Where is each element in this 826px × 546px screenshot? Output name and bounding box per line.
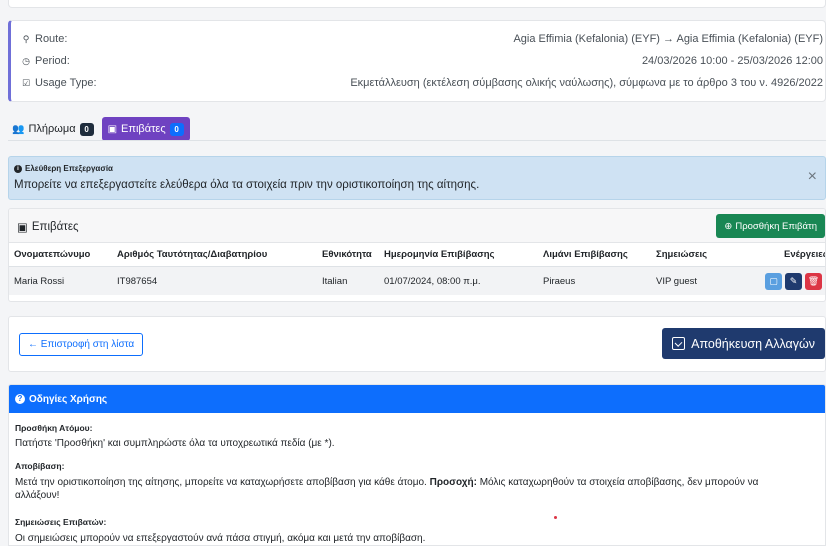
- usage-guide-card: ? Οδηγίες Χρήσης Προσθήκη Ατόμου: Πατήστ…: [8, 384, 826, 546]
- tab-divider: [8, 140, 826, 141]
- guide-section-title: Αποβίβαση:: [15, 461, 65, 471]
- passengers-count-badge: 0: [169, 122, 184, 136]
- guide-section-title: Σημειώσεις Επιβατών:: [15, 517, 107, 527]
- col-notes: Σημειώσεις: [656, 249, 708, 260]
- clock-icon: ◷: [22, 55, 30, 66]
- col-actions: Ενέργειες: [784, 249, 826, 260]
- col-date: Ημερομηνία Επιβίβασης: [384, 249, 495, 260]
- guide-section-title: Προσθήκη Ατόμου:: [15, 423, 93, 433]
- back-to-list-button[interactable]: ← Επιστροφή στη λίστα: [19, 333, 144, 356]
- cell-port: Piraeus: [543, 275, 576, 287]
- id-card-icon: ▣: [107, 123, 118, 135]
- form-actions-card: ← Επιστροφή στη λίστα Αποθήκευση Αλλαγών: [8, 316, 826, 372]
- save-changes-button[interactable]: Αποθήκευση Αλλαγών: [662, 328, 825, 359]
- cell-date: 01/07/2024, 08:00 π.μ.: [384, 275, 481, 287]
- trash-icon: 🗑: [807, 276, 820, 286]
- table-header: Ονοματεπώνυμο Αριθμός Ταυτότητας/Διαβατη…: [9, 243, 825, 267]
- top-card-edge: [8, 0, 826, 8]
- edit-button[interactable]: ✎: [785, 273, 802, 290]
- usage-value: Εκμετάλλευση (εκτέλεση σύμβασης ολικής ν…: [350, 77, 823, 89]
- col-nationality: Εθνικότητα: [322, 249, 372, 260]
- note-button[interactable]: ▢: [765, 273, 782, 290]
- col-port: Λιμάνι Επιβίβασης: [543, 249, 628, 260]
- col-name: Ονοματεπώνυμο: [14, 249, 91, 260]
- trip-info-card: ⚲ Route: Agia Effimia (Kefalonia) (EYF) →…: [8, 20, 826, 102]
- alert-title: Ελεύθερη Επεξεργασία: [25, 164, 113, 173]
- cursor-dot: [554, 516, 557, 519]
- usage-row: ☑ Usage Type: Εκμετάλλευση (εκτέλεση σύμβ…: [21, 75, 823, 91]
- plus-circle-icon: ⊕: [724, 220, 733, 232]
- alert-text: Μπορείτε να επεξεργαστείτε ελεύθερα όλα …: [14, 179, 480, 191]
- users-icon: 👥: [12, 123, 25, 135]
- id-card-icon: ▣: [17, 222, 28, 234]
- usage-label: Usage Type:: [35, 77, 97, 89]
- tab-bar: 👥 Πλήρωμα 0 ▣ Επιβάτες 0: [8, 117, 190, 141]
- table-row: Maria Rossi IT987654 Italian 01/07/2024,…: [9, 267, 825, 295]
- crew-count-badge: 0: [79, 122, 94, 136]
- passengers-header: ▣ Επιβάτες ⊕ Προσθήκη Επιβάτη: [9, 209, 825, 243]
- cell-id: IT987654: [117, 275, 158, 287]
- cell-notes: VIP guest: [656, 275, 698, 287]
- location-pin-icon: ⚲: [22, 33, 30, 44]
- passengers-title: Επιβάτες: [31, 221, 79, 233]
- col-id: Αριθμός Ταυτότητας/Διαβατηρίου: [117, 249, 268, 260]
- tab-crew-label: Πλήρωμα: [28, 123, 76, 135]
- cell-name: Maria Rossi: [14, 275, 65, 287]
- period-value: 24/03/2026 10:00 - 25/03/2026 12:00: [641, 55, 823, 67]
- tab-crew[interactable]: 👥 Πλήρωμα 0: [8, 118, 98, 140]
- free-edit-alert: i Ελεύθερη Επεξεργασία Μπορείτε να επεξερ…: [8, 156, 826, 200]
- cell-nationality: Italian: [322, 275, 348, 287]
- tab-passengers-label: Επιβάτες: [121, 123, 166, 135]
- guide-header: ? Οδηγίες Χρήσης: [9, 385, 825, 413]
- route-value: Agia Effimia (Kefalonia) (EYF) → Agia Ef…: [513, 33, 823, 45]
- calendar-check-icon: ☑: [21, 77, 31, 88]
- guide-section-text: Πατήστε 'Προσθήκη' και συμπληρώστε όλα τ…: [15, 438, 335, 449]
- info-icon: i: [14, 164, 22, 173]
- route-label: Route:: [35, 33, 68, 45]
- add-passenger-button[interactable]: ⊕ Προσθήκη Επιβάτη: [716, 214, 825, 238]
- period-row: ◷ Period: 24/03/2026 10:00 - 25/03/2026 1…: [21, 53, 823, 69]
- guide-section-text: Οι σημειώσεις μπορούν να επεξεργαστούν α…: [15, 533, 426, 544]
- guide-title: Οδηγίες Χρήσης: [29, 393, 108, 405]
- pencil-icon: ✎: [789, 276, 798, 286]
- period-label: Period:: [35, 55, 70, 67]
- guide-section-text: Μετά την οριστικοποίηση της αίτησης, μπο…: [15, 477, 759, 501]
- tab-passengers[interactable]: ▣ Επιβάτες 0: [101, 117, 190, 141]
- close-icon[interactable]: ×: [808, 168, 817, 186]
- delete-button[interactable]: 🗑: [805, 273, 822, 290]
- question-icon: ?: [15, 394, 25, 404]
- comment-icon: ▢: [769, 276, 778, 286]
- save-icon: [672, 337, 686, 350]
- route-row: ⚲ Route: Agia Effimia (Kefalonia) (EYF) →…: [21, 31, 823, 47]
- passengers-card: ▣ Επιβάτες ⊕ Προσθήκη Επιβάτη Ονοματεπώνυμ…: [8, 208, 826, 302]
